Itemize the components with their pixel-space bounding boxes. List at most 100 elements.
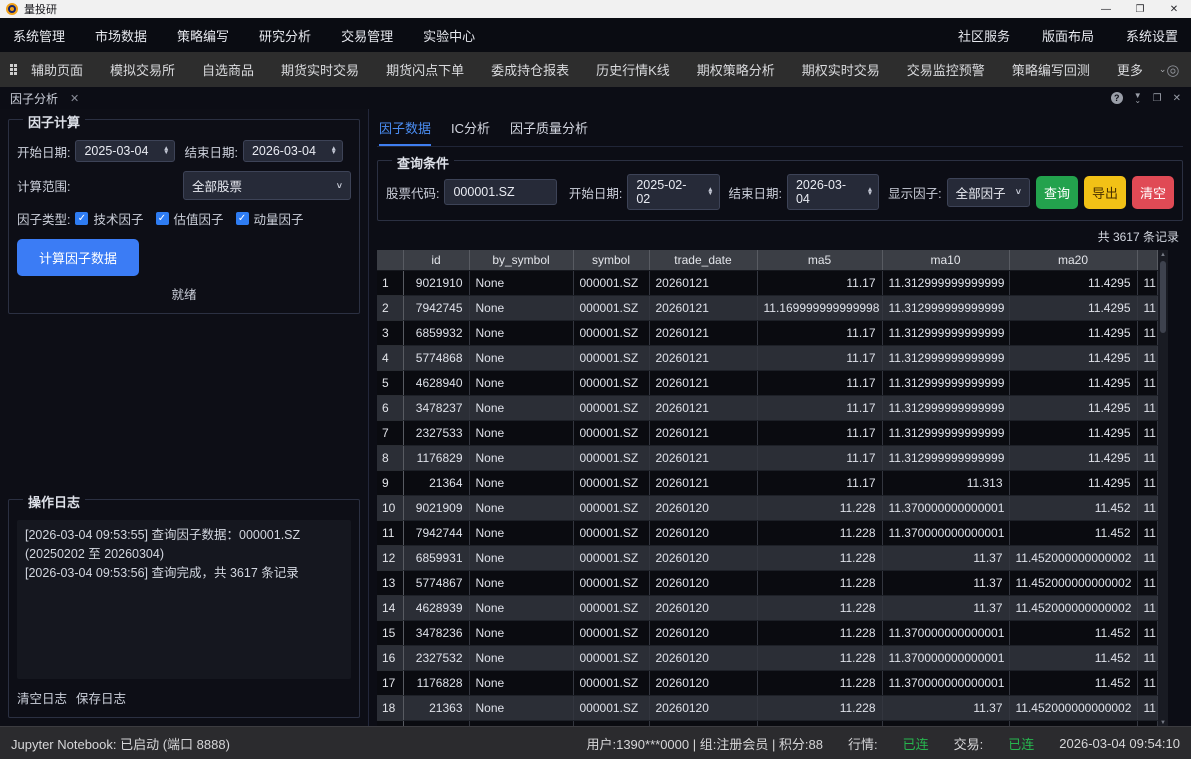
tab-trade-monitor[interactable]: 交易监控预警 (907, 60, 985, 79)
table-row[interactable]: 54628940None000001.SZ2026012111.1711.312… (377, 370, 1157, 395)
cell: 11.452000000000002 (1009, 545, 1137, 570)
app-grid-icon[interactable] (10, 64, 17, 75)
tab-futures-flash[interactable]: 期货闪点下单 (386, 60, 464, 79)
tabbar-gear-icon[interactable]: ◎ (1166, 61, 1179, 79)
query-button[interactable]: 查询 (1036, 176, 1078, 209)
table-row[interactable]: 27942745None000001.SZ2026012111.16999999… (377, 295, 1157, 320)
checkbox-momentum-factor[interactable]: ✓ 动量因子 (236, 209, 304, 228)
table-row[interactable]: 72327533None000001.SZ2026012111.1711.312… (377, 420, 1157, 445)
table-row[interactable]: 63478237None000001.SZ2026012111.1711.312… (377, 395, 1157, 420)
row-number-cell: 2 (377, 295, 403, 320)
menu-lab[interactable]: 实验中心 (423, 26, 475, 45)
table-row[interactable]: 19021910None000001.SZ2026012111.1711.312… (377, 270, 1157, 295)
table-row[interactable]: 162327532None000001.SZ2026012011.22811.3… (377, 645, 1157, 670)
vertical-scroll-thumb[interactable] (1160, 261, 1166, 333)
query-end-spinbox[interactable]: 2026-03-04 ▲▼ (787, 174, 879, 210)
cell: 000001.SZ (573, 545, 649, 570)
clock-text: 2026-03-04 09:54:10 (1059, 736, 1180, 751)
cell: 11.312999999999999 (882, 445, 1009, 470)
cell: 11 (1137, 520, 1157, 545)
table-row[interactable]: 117942744None000001.SZ2026012011.22811.3… (377, 520, 1157, 545)
close-button[interactable]: ✕ (1157, 0, 1191, 18)
col-header-ma10[interactable]: ma10 (882, 250, 1009, 270)
minimize-button[interactable]: — (1089, 0, 1123, 18)
menu-strategy[interactable]: 策略编写 (177, 26, 229, 45)
tab-history-kline[interactable]: 历史行情K线 (596, 60, 670, 79)
menu-trade[interactable]: 交易管理 (341, 26, 393, 45)
table-row[interactable]: 144628939None000001.SZ2026012011.22811.3… (377, 595, 1157, 620)
tab-factor-data[interactable]: 因子数据 (379, 118, 431, 146)
cell: 11 (1137, 445, 1157, 470)
table-row[interactable]: 135774867None000001.SZ2026012011.22811.3… (377, 570, 1157, 595)
menu-settings[interactable]: 系统设置 (1126, 26, 1178, 45)
tab-factor-quality[interactable]: 因子质量分析 (510, 118, 588, 146)
table-row[interactable]: 171176828None000001.SZ2026012011.22811.3… (377, 670, 1157, 695)
menu-layout[interactable]: 版面布局 (1042, 26, 1094, 45)
col-header-rownum[interactable] (377, 250, 403, 270)
menu-research[interactable]: 研究分析 (259, 26, 311, 45)
cell: 20260121 (649, 395, 757, 420)
table-row[interactable]: 153478236None000001.SZ2026012011.22811.3… (377, 620, 1157, 645)
scope-select[interactable]: 全部股票 ˅ (183, 171, 351, 200)
tab-futures-realtime[interactable]: 期货实时交易 (281, 60, 359, 79)
tab-more[interactable]: 更多 (1117, 60, 1143, 79)
help-icon[interactable]: ? (1111, 92, 1123, 104)
scroll-up-icon[interactable]: ▲ (1160, 252, 1166, 258)
clear-log-button[interactable]: 清空日志 (17, 688, 67, 707)
cell (1009, 720, 1137, 726)
menu-community[interactable]: 社区服务 (958, 26, 1010, 45)
start-date-spinbox[interactable]: 2025-03-04 ▲▼ (75, 140, 175, 162)
cell: 6859931 (403, 545, 469, 570)
table-row[interactable]: 81176829None000001.SZ2026012111.1711.312… (377, 445, 1157, 470)
panel-restore-icon[interactable]: ❐ (1153, 93, 1162, 104)
panel-close-icon[interactable]: ✕ (1173, 93, 1181, 104)
scroll-down-icon[interactable]: ▼ (1160, 720, 1166, 726)
tab-sim-exchange[interactable]: 模拟交易所 (110, 60, 175, 79)
spin-arrows-icon[interactable]: ▲▼ (867, 188, 873, 197)
show-factor-select[interactable]: 全部因子 ˅ (947, 178, 1030, 207)
checkbox-tech-factor[interactable]: ✓ 技术因子 (75, 209, 143, 228)
col-header-trade-date[interactable]: trade_date (649, 250, 757, 270)
col-header-ma5[interactable]: ma5 (757, 250, 882, 270)
tab-option-strategy[interactable]: 期权策略分析 (697, 60, 775, 79)
table-row[interactable]: 36859932None000001.SZ2026012111.1711.312… (377, 320, 1157, 345)
tab-aux-page[interactable]: 辅助页面 (31, 60, 83, 79)
export-button[interactable]: 导出 (1084, 176, 1126, 209)
table-row[interactable]: 45774868None000001.SZ2026012111.1711.312… (377, 345, 1157, 370)
spin-arrows-icon[interactable]: ▲▼ (331, 147, 337, 156)
log-textarea[interactable]: [2026-03-04 09:53:55] 查询因子数据：000001.SZ (… (17, 520, 351, 679)
table-row[interactable]: 199021908None000001.SZ20260119 (377, 720, 1157, 726)
tab-watchlist[interactable]: 自选商品 (202, 60, 254, 79)
col-header-ma20[interactable]: ma20 (1009, 250, 1137, 270)
col-header-symbol[interactable]: symbol (573, 250, 649, 270)
tab-position-report[interactable]: 委成持仓报表 (491, 60, 569, 79)
calc-factor-data-button[interactable]: 计算因子数据 (17, 239, 139, 276)
doc-tab-factor-analysis[interactable]: 因子分析 (10, 90, 58, 107)
clear-button[interactable]: 清空 (1132, 176, 1174, 209)
tab-ic-analysis[interactable]: IC分析 (451, 118, 490, 146)
tab-option-realtime[interactable]: 期权实时交易 (802, 60, 880, 79)
tab-strategy-backtest[interactable]: 策略编写回测 (1012, 60, 1090, 79)
maximize-button[interactable]: ❐ (1123, 0, 1157, 18)
table-row[interactable]: 1821363None000001.SZ2026012011.22811.371… (377, 695, 1157, 720)
save-log-button[interactable]: 保存日志 (76, 688, 126, 707)
spin-arrows-icon[interactable]: ▲▼ (163, 147, 169, 156)
col-header-by-symbol[interactable]: by_symbol (469, 250, 573, 270)
spin-arrows-icon[interactable]: ▲▼ (707, 188, 713, 197)
end-date-spinbox[interactable]: 2026-03-04 ▲▼ (243, 140, 343, 162)
table-row[interactable]: 921364None000001.SZ2026012111.1711.31311… (377, 470, 1157, 495)
table-row[interactable]: 109021909None000001.SZ2026012011.22811.3… (377, 495, 1157, 520)
vertical-scrollbar[interactable]: ▲ ▼ (1158, 250, 1168, 726)
panel-dropdown-icon[interactable]: ▼⌄ (1134, 93, 1142, 103)
checkbox-value-factor[interactable]: ✓ 估值因子 (156, 209, 224, 228)
cell: 000001.SZ (573, 595, 649, 620)
stock-code-input[interactable]: 000001.SZ (444, 179, 556, 205)
col-header-id[interactable]: id (403, 250, 469, 270)
cell: 11.17 (757, 320, 882, 345)
table-row[interactable]: 126859931None000001.SZ2026012011.22811.3… (377, 545, 1157, 570)
doc-tab-close-icon[interactable]: ✕ (70, 92, 79, 105)
query-start-spinbox[interactable]: 2025-02-02 ▲▼ (627, 174, 719, 210)
menu-market-data[interactable]: 市场数据 (95, 26, 147, 45)
menu-system[interactable]: 系统管理 (13, 26, 65, 45)
more-caret-icon[interactable]: ⌄ (1159, 64, 1167, 75)
